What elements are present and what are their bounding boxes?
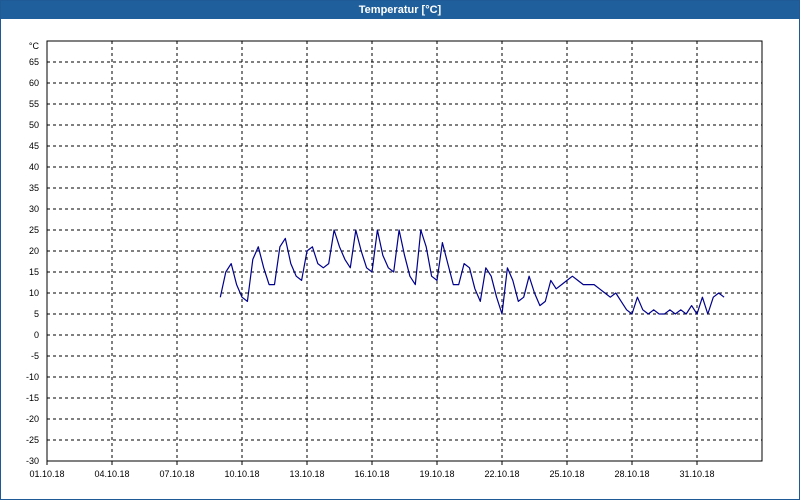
x-tick-label: 31.10.18 (679, 469, 714, 479)
temperature-chart: 65605550454035302520151050-5-10-15-20-25… (26, 40, 763, 479)
y-axis-unit: °C (29, 41, 40, 51)
x-tick-label: 16.10.18 (354, 469, 389, 479)
y-tick-label: -10 (26, 372, 39, 382)
x-tick-label: 19.10.18 (419, 469, 454, 479)
y-tick-label: 60 (29, 78, 39, 88)
x-tick-label: 28.10.18 (614, 469, 649, 479)
x-tick-label: 04.10.18 (94, 469, 129, 479)
y-tick-label: 30 (29, 204, 39, 214)
y-tick-label: 45 (29, 141, 39, 151)
x-tick-label: 13.10.18 (289, 469, 324, 479)
y-tick-label: 5 (34, 309, 39, 319)
x-tick-label: 01.10.18 (29, 469, 64, 479)
y-tick-label: -15 (26, 393, 39, 403)
chart-title: Temperatur [°C] (1, 1, 799, 19)
x-tick-label: 10.10.18 (224, 469, 259, 479)
y-tick-label: -25 (26, 435, 39, 445)
y-tick-label: -30 (26, 456, 39, 466)
y-tick-label: 15 (29, 267, 39, 277)
x-tick-label: 25.10.18 (549, 469, 584, 479)
y-tick-label: -5 (31, 351, 39, 361)
y-tick-label: 0 (34, 330, 39, 340)
y-tick-label: 55 (29, 99, 39, 109)
y-tick-label: 50 (29, 120, 39, 130)
y-tick-label: 20 (29, 246, 39, 256)
y-tick-label: 40 (29, 162, 39, 172)
y-tick-label: 10 (29, 288, 39, 298)
y-tick-label: -20 (26, 414, 39, 424)
chart-window: Temperatur [°C] 65 60 55 50 45 40 35 30 25 20 15 10… (0, 0, 800, 500)
y-tick-label: 65 (29, 57, 39, 67)
x-tick-label: 07.10.18 (159, 469, 194, 479)
y-tick-label: 25 (29, 225, 39, 235)
x-tick-label: 22.10.18 (484, 469, 519, 479)
y-tick-label: 35 (29, 183, 39, 193)
